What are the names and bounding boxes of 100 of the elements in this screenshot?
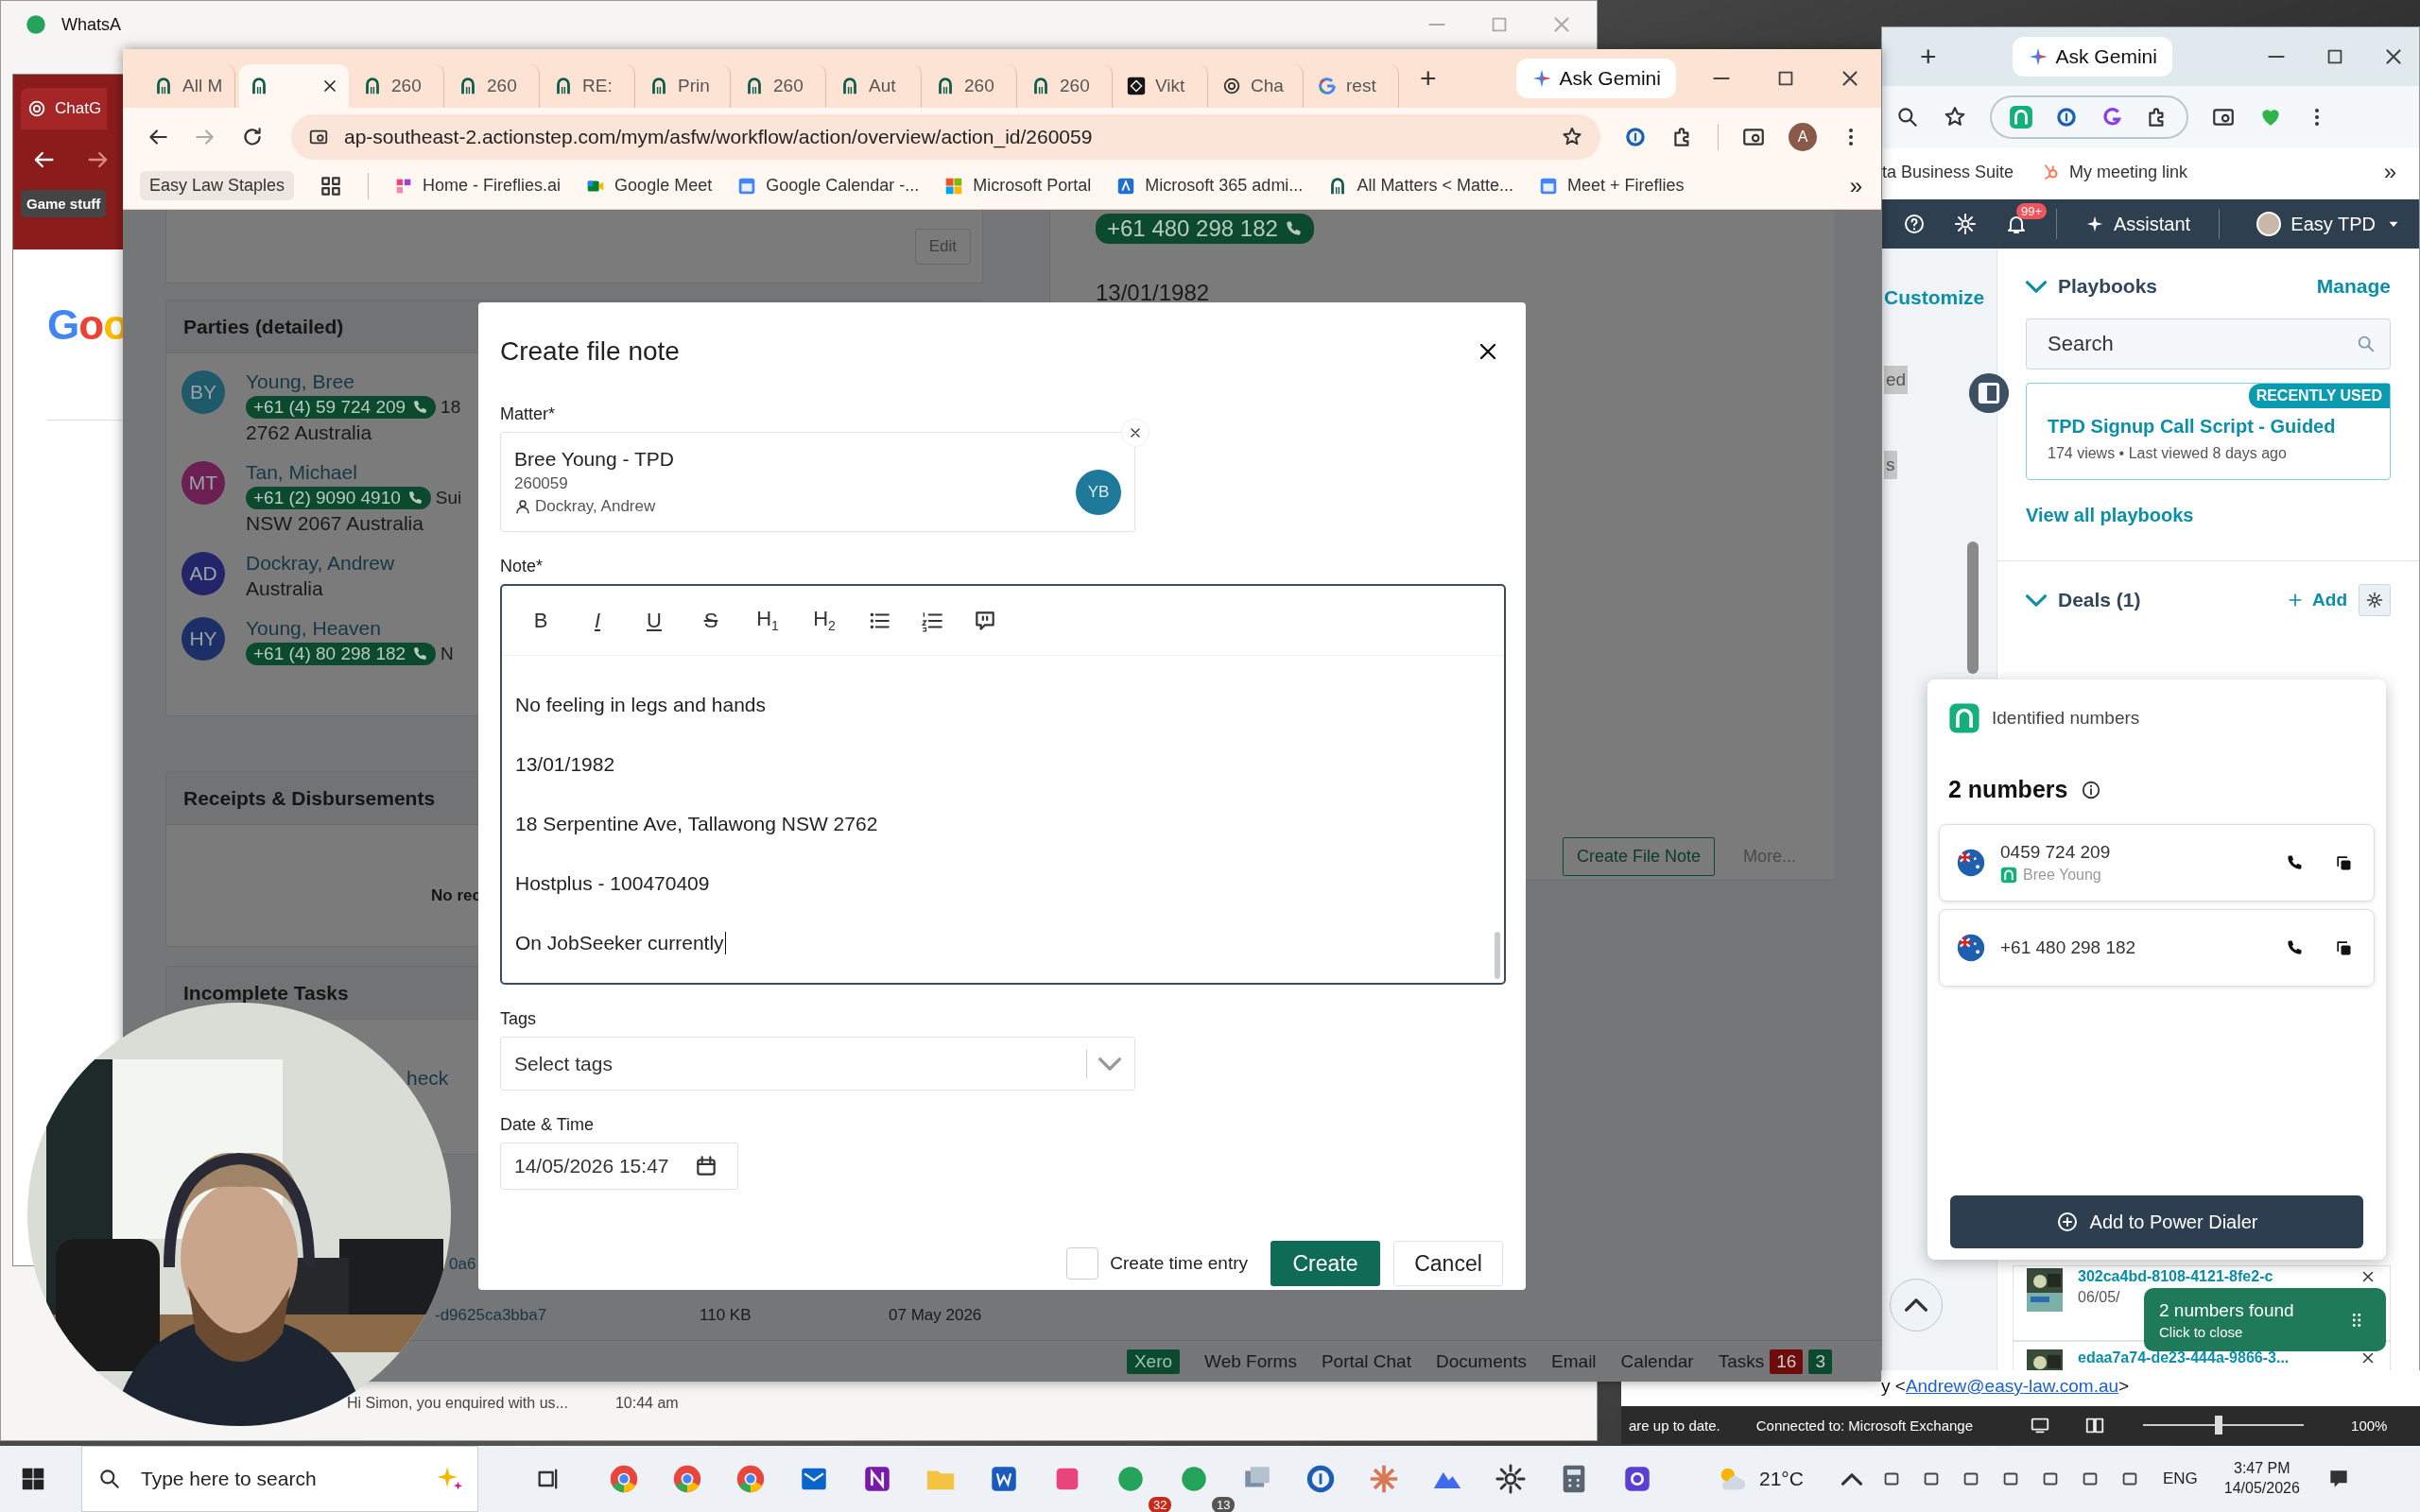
footer-tab[interactable]: Documents (1435, 1350, 1528, 1372)
bookmark[interactable]: Meet + Fireflies (1537, 175, 1685, 197)
assistant-button[interactable]: Assistant (2085, 213, 2191, 235)
gemini-button[interactable]: Ask Gemini (1515, 59, 1676, 98)
google-icon (1317, 76, 1338, 96)
settings-button[interactable] (2359, 584, 2391, 616)
format-button[interactable]: U (640, 608, 668, 633)
matter-card[interactable]: Bree Young - TPD 260059 Dockray, Andrew YB (500, 432, 1135, 532)
section-title: Deals (1) (2058, 589, 2141, 611)
gemini-button[interactable]: Ask Gemini (2012, 37, 2172, 77)
arch-icon (2000, 867, 2017, 884)
new-tab-button[interactable]: + (1420, 62, 1437, 94)
plus-circle-icon (2055, 1211, 2079, 1233)
bookmark[interactable]: Google Calendar -... (736, 175, 920, 197)
phone-pill[interactable]: +61 480 298 182 (1096, 214, 1314, 244)
tags-select[interactable]: Select tags (500, 1037, 1135, 1091)
footer-tab[interactable]: Web Forms (1204, 1350, 1297, 1372)
arch-icon[interactable] (2009, 105, 2033, 129)
bookmark[interactable]: Google Meet (585, 175, 713, 197)
bookmark-folder[interactable]: Game stuff (21, 190, 107, 217)
note-editor[interactable]: B I U S H$_{1}$ H$_{2}$ No feeling in legs and hands 13/01/1982 18 Serpentine Ave, Tallawong NSW 2762 Hostplus - 100470409 On JobSeeker currently (500, 584, 1506, 985)
settings-icon[interactable] (1954, 213, 1977, 235)
address-text: 18 (441, 397, 461, 418)
bookmark[interactable]: All Matters < Matte... (1327, 175, 1513, 197)
browser-tab[interactable]: ChatG (21, 88, 108, 129)
new-tab-button[interactable]: + (1920, 41, 1937, 73)
search-field[interactable]: Search (2026, 318, 2391, 369)
bookmark[interactable]: Microsoft Portal (943, 175, 1092, 197)
chat-icon (24, 12, 48, 37)
footer-tab[interactable]: Portal Chat (1321, 1350, 1411, 1372)
phone-pill[interactable]: +61 (2) 9090 4910 (246, 487, 431, 509)
app-icon[interactable] (1494, 1463, 1527, 1495)
zoom-icon[interactable] (1895, 105, 1920, 129)
phone-number: 0459 724 209 (2000, 842, 2112, 863)
info-icon[interactable] (2081, 779, 2102, 800)
number-card[interactable]: +61 480 298 182 (1939, 909, 2375, 987)
avatar: AD (182, 552, 225, 595)
scrollbar-thumb[interactable] (1495, 932, 1500, 979)
phone-icon[interactable] (2285, 853, 2304, 872)
playbook-card[interactable]: RECENTLY USED TPD Signup Call Script - Guided 174 views • Last viewed 8 days ago (2026, 383, 2391, 480)
checkbox-label: Create time entry (1110, 1253, 1248, 1274)
browser-tab[interactable] (239, 64, 349, 108)
bookmark[interactable]: My meeting link (2040, 162, 2188, 182)
key-icon[interactable] (1623, 125, 1648, 149)
file-link[interactable]: 302ca4bd-8108-4121-8fe2-c (2078, 1268, 2344, 1285)
scrollbar-thumb[interactable] (1967, 541, 1979, 674)
format-button[interactable]: S (697, 608, 725, 633)
copy-icon[interactable] (2334, 938, 2353, 957)
contact-name: Bree Young (2023, 867, 2101, 884)
recently-used-badge: RECENTLY USED (2248, 384, 2390, 408)
chevron-icon[interactable] (1841, 1472, 1862, 1486)
format-button[interactable]: B (527, 608, 555, 633)
profile-avatar[interactable]: A (1789, 123, 1817, 151)
panel-icon[interactable] (1967, 371, 2011, 415)
address-bar[interactable]: ap-southeast-2.actionstep.com/mym/asfw/workflow/action/overview/action_id/260059 (291, 114, 1600, 160)
bookmark-folder[interactable]: Easy Law Staples (140, 171, 295, 200)
notification-toast[interactable]: 2 numbers found Click to close (2144, 1288, 2386, 1351)
panel-title: Identified numbers (1992, 708, 2140, 729)
toast-title: 2 numbers found (2159, 1299, 2295, 1321)
search-icon (2356, 334, 2377, 354)
flag-icon (1955, 932, 1987, 964)
checkbox[interactable] (1066, 1247, 1099, 1280)
footer-tab[interactable]: Calendar (1620, 1350, 1694, 1372)
label-chip: ed (1884, 366, 1909, 394)
create-button[interactable]: Create (1270, 1241, 1380, 1286)
clock-date: 14/05/2026 (2223, 1479, 2300, 1498)
format-button[interactable]: H$_{1}$ (753, 607, 782, 634)
phone-pill[interactable]: +61 (4) 59 724 209 (246, 396, 437, 419)
manage-link[interactable]: Manage (2316, 275, 2391, 298)
date-field[interactable]: 14/05/2026 15:47 (500, 1143, 738, 1190)
key-icon[interactable] (2054, 105, 2079, 129)
count-badge: 3 (1808, 1349, 1832, 1374)
more-bookmarks-button[interactable]: » (2383, 159, 2396, 185)
search-field[interactable]: Type here to search (81, 1446, 478, 1512)
clock-time: 3:47 PM (2234, 1459, 2290, 1479)
remove-button[interactable] (1121, 419, 1150, 447)
more-bookmarks-button[interactable]: » (1849, 172, 1862, 199)
help-icon[interactable] (1903, 213, 1926, 235)
footer-tab[interactable]: Tasks 16 3 (1718, 1349, 1832, 1374)
add-button[interactable]: Add (2286, 590, 2347, 610)
zoom-level: 100% (2351, 1417, 2388, 1434)
view-all-link[interactable]: View all playbooks (1997, 505, 2419, 561)
gear-icon (2366, 592, 2383, 609)
format-button[interactable]: H$_{2}$ (810, 607, 838, 634)
number-card[interactable]: 0459 724 209 Bree Young (1939, 824, 2375, 902)
phone-icon[interactable] (2285, 938, 2304, 957)
footer-tab[interactable]: Email (1551, 1350, 1597, 1372)
email-link[interactable]: Andrew@easy-law.com.au (1905, 1376, 2119, 1396)
bookmark[interactable]: Microsoft 365 admi... (1115, 175, 1304, 197)
person-icon (514, 498, 531, 515)
copy-icon[interactable] (2334, 853, 2353, 872)
zoom-slider[interactable] (2143, 1416, 2305, 1435)
format-button[interactable]: I (583, 608, 612, 633)
power-dialer-button[interactable]: Add to Power Dialer (1950, 1195, 2363, 1248)
bookmark[interactable]: ta Business Suite (1882, 162, 2014, 182)
phone-pill[interactable]: +61 (4) 80 298 182 (246, 643, 437, 665)
account-menu[interactable]: Easy TPD (2256, 212, 2402, 236)
customize-link[interactable]: Customize (1884, 286, 1985, 309)
bookmark[interactable]: Home - Fireflies.ai (393, 175, 562, 197)
cancel-button[interactable]: Cancel (1393, 1241, 1503, 1286)
